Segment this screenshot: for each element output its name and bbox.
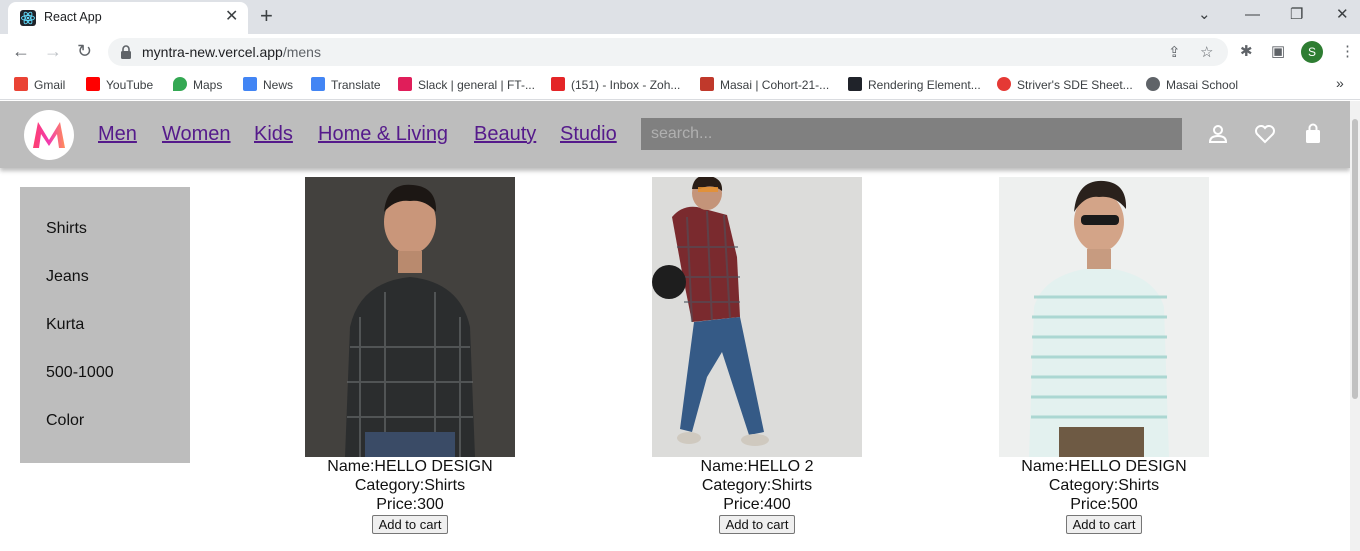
star-icon[interactable]: ☆: [1200, 43, 1213, 61]
nav-link-studio[interactable]: Studio: [560, 123, 617, 146]
web-page: Men Women Kids Home & Living Beauty Stud…: [0, 101, 1350, 551]
filter-sidebar: Shirts Jeans Kurta 500-1000 Color: [20, 187, 190, 463]
user-icon[interactable]: [1207, 123, 1229, 145]
sidebar-item-jeans[interactable]: Jeans: [46, 268, 89, 286]
share-icon[interactable]: ⇪: [1168, 43, 1181, 61]
tab-close-icon[interactable]: ✕: [225, 8, 238, 26]
product-category: Category:Shirts: [701, 477, 813, 494]
sidebar-item-shirts[interactable]: Shirts: [46, 220, 87, 238]
bookmark-youtube[interactable]: YouTube: [86, 75, 153, 95]
bookmarks-overflow-icon[interactable]: »: [1336, 75, 1344, 91]
product-name: Name:HELLO 2: [700, 458, 814, 475]
bookmark-news[interactable]: News: [243, 75, 293, 95]
bookmark-rendering[interactable]: Rendering Element...: [848, 75, 981, 95]
url-text: myntra-new.vercel.app/mens: [142, 44, 321, 60]
translate-icon: [311, 77, 325, 91]
back-icon[interactable]: ←: [12, 41, 30, 61]
restore-icon[interactable]: ❐: [1290, 6, 1303, 24]
nav-link-beauty[interactable]: Beauty: [474, 123, 536, 146]
bookmark-masai-school[interactable]: Masai School: [1146, 75, 1238, 95]
nav-link-men[interactable]: Men: [98, 123, 137, 146]
product-price: Price:400: [723, 496, 791, 513]
youtube-icon: [86, 77, 100, 91]
tuf-icon: [997, 77, 1011, 91]
product-category: Category:Shirts: [1048, 477, 1160, 494]
gmail-icon: [14, 77, 28, 91]
scrollbar-thumb[interactable]: [1352, 119, 1358, 399]
product-card: Name:HELLO DESIGN Category:Shirts Price:…: [305, 177, 515, 534]
heart-icon[interactable]: [1254, 123, 1276, 145]
product-name: Name:HELLO DESIGN: [327, 458, 493, 475]
nav-link-women[interactable]: Women: [162, 123, 231, 146]
reload-icon[interactable]: ↻: [77, 41, 92, 61]
bookmark-masai-cohort[interactable]: Masai | Cohort-21-...: [700, 75, 829, 95]
tab-title: React App: [44, 10, 102, 24]
react-favicon-icon: [20, 10, 36, 26]
product-price: Price:300: [376, 496, 444, 513]
chevron-down-icon[interactable]: ⌄: [1198, 6, 1211, 24]
product-image[interactable]: [652, 177, 862, 457]
browser-toolbar: ← → ↻ myntra-new.vercel.app/mens ⇪ ☆ ✱ ▣…: [0, 34, 1360, 70]
sidebar-item-color[interactable]: Color: [46, 412, 84, 430]
product-category: Category:Shirts: [354, 477, 466, 494]
masai-icon: [700, 77, 714, 91]
add-to-cart-button[interactable]: Add to cart: [718, 515, 796, 534]
shopping-bag-icon[interactable]: [1302, 123, 1324, 145]
news-icon: [243, 77, 257, 91]
slack-icon: [398, 77, 412, 91]
bookmark-zoho[interactable]: (151) - Inbox - Zoh...: [551, 75, 680, 95]
side-panel-icon[interactable]: ▣: [1271, 42, 1285, 60]
product-card: Name:HELLO DESIGN Category:Shirts Price:…: [999, 177, 1209, 534]
product-name: Name:HELLO DESIGN: [1021, 458, 1187, 475]
browser-tabstrip: React App ✕ + ⌄ — ❐ ✕: [0, 0, 1360, 34]
extensions-icon[interactable]: ✱: [1240, 42, 1253, 60]
globe-icon: [1146, 77, 1160, 91]
browser-tab[interactable]: React App ✕: [8, 2, 248, 34]
lock-icon: [121, 45, 131, 59]
bookmark-slack[interactable]: Slack | general | FT-...: [398, 75, 535, 95]
myntra-logo[interactable]: [24, 110, 74, 160]
product-image[interactable]: [305, 177, 515, 457]
close-window-icon[interactable]: ✕: [1336, 6, 1349, 24]
site-navbar: Men Women Kids Home & Living Beauty Stud…: [0, 101, 1350, 168]
page-scrollbar[interactable]: [1350, 101, 1360, 551]
zoho-icon: [551, 77, 565, 91]
minimize-icon[interactable]: —: [1245, 6, 1260, 24]
search-input[interactable]: [641, 118, 1182, 150]
add-to-cart-button[interactable]: Add to cart: [371, 515, 449, 534]
profile-avatar[interactable]: S: [1301, 41, 1323, 63]
product-price: Price:500: [1070, 496, 1138, 513]
sidebar-item-kurta[interactable]: Kurta: [46, 316, 84, 334]
nav-link-home-living[interactable]: Home & Living: [318, 123, 448, 146]
react-icon: [848, 77, 862, 91]
maps-icon: [173, 77, 187, 91]
new-tab-icon[interactable]: +: [260, 5, 273, 27]
add-to-cart-button[interactable]: Add to cart: [1065, 515, 1143, 534]
nav-link-kids[interactable]: Kids: [254, 123, 293, 146]
bookmark-maps[interactable]: Maps: [173, 75, 222, 95]
sidebar-item-price-range[interactable]: 500-1000: [46, 364, 114, 382]
menu-icon[interactable]: ⋮: [1340, 42, 1355, 60]
product-card: Name:HELLO 2 Category:Shirts Price:400 A…: [652, 177, 862, 534]
bookmarks-bar: Gmail YouTube Maps News Translate Slack …: [0, 70, 1360, 100]
bookmark-translate[interactable]: Translate: [311, 75, 381, 95]
bookmark-gmail[interactable]: Gmail: [14, 75, 65, 95]
myntra-logo-icon: [33, 122, 65, 148]
address-bar[interactable]: myntra-new.vercel.app/mens ⇪ ☆: [108, 38, 1228, 66]
bookmark-striver[interactable]: Striver's SDE Sheet...: [997, 75, 1133, 95]
product-image[interactable]: [999, 177, 1209, 457]
forward-icon[interactable]: →: [44, 41, 62, 61]
